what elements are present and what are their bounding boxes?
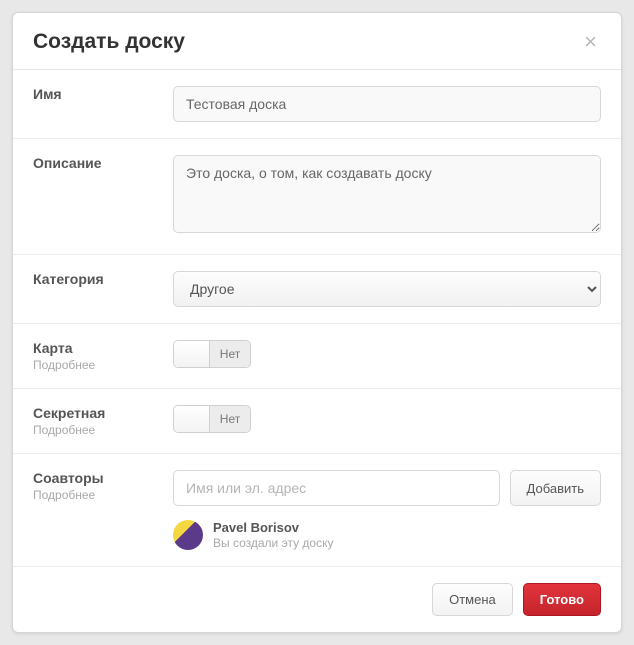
map-sublabel[interactable]: Подробнее (33, 358, 173, 372)
row-secret: Секретная Подробнее Нет (13, 389, 621, 454)
row-category: Категория Другое (13, 255, 621, 324)
collaborator-name: Pavel Borisov (213, 520, 333, 535)
secret-label: Секретная (33, 405, 173, 421)
secret-toggle-text: Нет (210, 406, 250, 432)
name-label: Имя (33, 86, 173, 102)
category-select[interactable]: Другое (173, 271, 601, 307)
description-label: Описание (33, 155, 173, 171)
row-description: Описание Это доска, о том, как создавать… (13, 139, 621, 255)
secret-toggle[interactable]: Нет (173, 405, 251, 433)
modal-title: Создать доску (33, 30, 185, 54)
collaborators-label: Соавторы (33, 470, 173, 486)
category-label: Категория (33, 271, 173, 287)
collaborator-input[interactable] (173, 470, 500, 506)
close-icon[interactable]: × (580, 29, 601, 55)
row-collaborators: Соавторы Подробнее Добавить Pavel Boriso… (13, 454, 621, 567)
toggle-knob (174, 406, 210, 432)
map-toggle[interactable]: Нет (173, 340, 251, 368)
secret-sublabel[interactable]: Подробнее (33, 423, 173, 437)
row-map: Карта Подробнее Нет (13, 324, 621, 389)
description-input[interactable]: Это доска, о том, как создавать доску (173, 155, 601, 233)
collaborator-item: Pavel Borisov Вы создали эту доску (173, 520, 601, 550)
submit-button[interactable]: Готово (523, 583, 601, 616)
cancel-button[interactable]: Отмена (432, 583, 513, 616)
collaborators-sublabel[interactable]: Подробнее (33, 488, 173, 502)
map-toggle-text: Нет (210, 341, 250, 367)
collaborator-note: Вы создали эту доску (213, 536, 333, 550)
add-collaborator-button[interactable]: Добавить (510, 470, 601, 506)
name-input[interactable] (173, 86, 601, 122)
avatar (173, 520, 203, 550)
modal-footer: Отмена Готово (13, 567, 621, 632)
map-label: Карта (33, 340, 173, 356)
row-name: Имя (13, 70, 621, 139)
toggle-knob (174, 341, 210, 367)
create-board-modal: Создать доску × Имя Описание Это доска, … (12, 12, 622, 633)
modal-header: Создать доску × (13, 13, 621, 70)
